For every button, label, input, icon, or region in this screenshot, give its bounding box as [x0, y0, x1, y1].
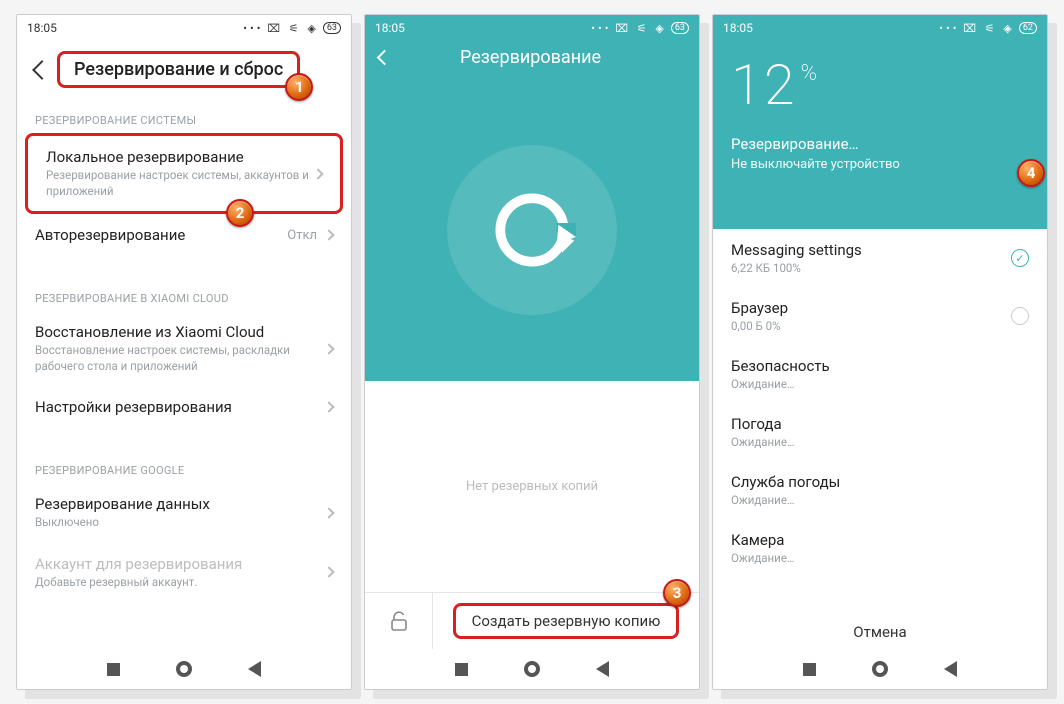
backup-account-sub: Добавьте резервный аккаунт. — [35, 575, 325, 591]
auto-backup-value: Откл — [287, 228, 317, 243]
status-dots: ••• — [243, 22, 263, 35]
status-time: 18:05 — [27, 21, 57, 35]
nav-home-icon[interactable] — [176, 661, 192, 677]
section-cloud-backup: РЕЗЕРВИРОВАНИЕ В XIAOMI CLOUD — [17, 282, 351, 311]
item-status: 6,22 КБ 100% — [731, 261, 1011, 275]
section-google-backup: РЕЗЕРВИРОВАНИЕ GOOGLE — [17, 454, 351, 483]
chevron-right-icon — [323, 507, 334, 518]
status-bar: 18:05 •••⌧ ⚟ ◈63 — [365, 15, 699, 41]
unlock-icon — [387, 609, 411, 633]
chevron-right-icon — [312, 168, 323, 179]
nav-recent-icon[interactable] — [803, 663, 816, 676]
refresh-icon — [488, 186, 576, 274]
item-status: Ожидание… — [731, 435, 1029, 449]
empty-state-text: Нет резервных копий — [466, 479, 598, 494]
phone-backup-progress: 18:05 •••⌧ ⚟ ◈62 12% Резервирование… Не … — [712, 14, 1048, 690]
status-dots: ••• — [591, 22, 611, 35]
item-name: Погода — [731, 415, 1029, 433]
chevron-right-icon — [323, 401, 334, 412]
android-navbar — [713, 649, 1047, 689]
callout-badge-1: 1 — [285, 73, 313, 101]
item-name: Камера — [731, 531, 1029, 549]
backup-account-title: Аккаунт для резервирования — [35, 555, 325, 573]
list-item: Messaging settings 6,22 КБ 100%✓ — [713, 229, 1047, 287]
auto-backup-title: Авторезервирование — [35, 226, 287, 244]
local-backup-sub: Резервирование настроек системы, аккаунт… — [46, 168, 314, 199]
callout-badge-4: 4 — [1017, 159, 1045, 187]
callout-badge-3: 3 — [663, 579, 691, 607]
item-name: Messaging settings — [731, 241, 1011, 259]
nav-home-icon[interactable] — [524, 661, 540, 677]
item-name: Безопасность — [731, 357, 1029, 375]
phone-backup-empty: 18:05 •••⌧ ⚟ ◈63 Резервирование — [364, 14, 700, 690]
battery-indicator: 63 — [671, 22, 689, 34]
chevron-right-icon — [323, 567, 334, 578]
section-system-backup: РЕЗЕРВИРОВАНИЕ СИСТЕМЫ — [17, 104, 351, 133]
item-status: Ожидание… — [731, 377, 1029, 391]
list-item: Служба погоды Ожидание… — [713, 461, 1047, 519]
progress-subtitle: Не выключайте устройство — [731, 157, 1029, 172]
create-backup-button[interactable]: Создать резервную копию — [453, 603, 680, 639]
nav-back-icon[interactable] — [944, 661, 957, 677]
list-item: Безопасность Ожидание… — [713, 345, 1047, 403]
lock-button[interactable] — [365, 593, 433, 649]
progress-percent: 12% — [731, 57, 1029, 113]
list-item: Камера Ожидание… — [713, 519, 1047, 577]
nav-recent-icon[interactable] — [107, 663, 120, 676]
status-bar: 18:05 •••⌧ ⚟ ◈63 — [17, 15, 351, 41]
status-time: 18:05 — [375, 21, 405, 35]
row-data-backup[interactable]: Резервирование данных Выключено — [17, 483, 351, 543]
item-status: Ожидание… — [731, 551, 1029, 565]
status-dots: ••• — [939, 22, 959, 35]
data-backup-sub: Выключено — [35, 515, 325, 531]
backup-ring-graphic — [365, 78, 699, 381]
backup-settings-title: Настройки резервирования — [35, 398, 325, 416]
restore-cloud-title: Восстановление из Xiaomi Cloud — [35, 323, 325, 341]
nav-back-icon[interactable] — [248, 661, 261, 677]
row-backup-account[interactable]: Аккаунт для резервирования Добавьте резе… — [17, 543, 351, 603]
item-status: Ожидание… — [731, 493, 1029, 507]
cancel-button[interactable]: Отмена — [713, 609, 1047, 649]
backup-item-list: Messaging settings 6,22 КБ 100%✓ Браузер 0,… — [713, 229, 1047, 609]
callout-badge-2: 2 — [226, 199, 254, 227]
list-item: Браузер 0,00 Б 0% — [713, 287, 1047, 345]
item-status: 0,00 Б 0% — [731, 319, 1011, 333]
page-title: Резервирование — [376, 47, 685, 68]
row-local-backup[interactable]: Локальное резервирование Резервирование … — [28, 136, 340, 211]
row-auto-backup[interactable]: Авторезервирование Откл — [17, 214, 351, 256]
local-backup-title: Локальное резервирование — [46, 148, 314, 166]
item-name: Служба погоды — [731, 473, 1029, 491]
progress-ring-icon — [1011, 307, 1029, 325]
row-backup-settings[interactable]: Настройки резервирования — [17, 386, 351, 428]
status-time: 18:05 — [723, 21, 753, 35]
check-icon: ✓ — [1011, 249, 1029, 267]
restore-cloud-sub: Восстановление настроек системы, расклад… — [35, 343, 325, 374]
item-name: Браузер — [731, 299, 1011, 317]
chevron-right-icon — [323, 343, 334, 354]
list-item: Погода Ожидание… — [713, 403, 1047, 461]
battery-indicator: 62 — [1019, 22, 1037, 34]
android-navbar — [17, 649, 351, 689]
chevron-right-icon — [323, 229, 334, 240]
nav-home-icon[interactable] — [872, 661, 888, 677]
phone-settings: 18:05 •••⌧ ⚟ ◈63 Резервирование и сброс … — [16, 14, 352, 690]
data-backup-title: Резервирование данных — [35, 495, 325, 513]
back-icon[interactable] — [32, 60, 52, 80]
page-title: Резервирование и сброс 1 — [57, 51, 300, 88]
nav-recent-icon[interactable] — [455, 663, 468, 676]
status-bar: 18:05 •••⌧ ⚟ ◈62 — [713, 15, 1047, 41]
nav-back-icon[interactable] — [596, 661, 609, 677]
android-navbar — [365, 649, 699, 689]
progress-title: Резервирование… — [731, 135, 1029, 153]
row-restore-cloud[interactable]: Восстановление из Xiaomi Cloud Восстанов… — [17, 311, 351, 386]
battery-indicator: 63 — [323, 22, 341, 34]
